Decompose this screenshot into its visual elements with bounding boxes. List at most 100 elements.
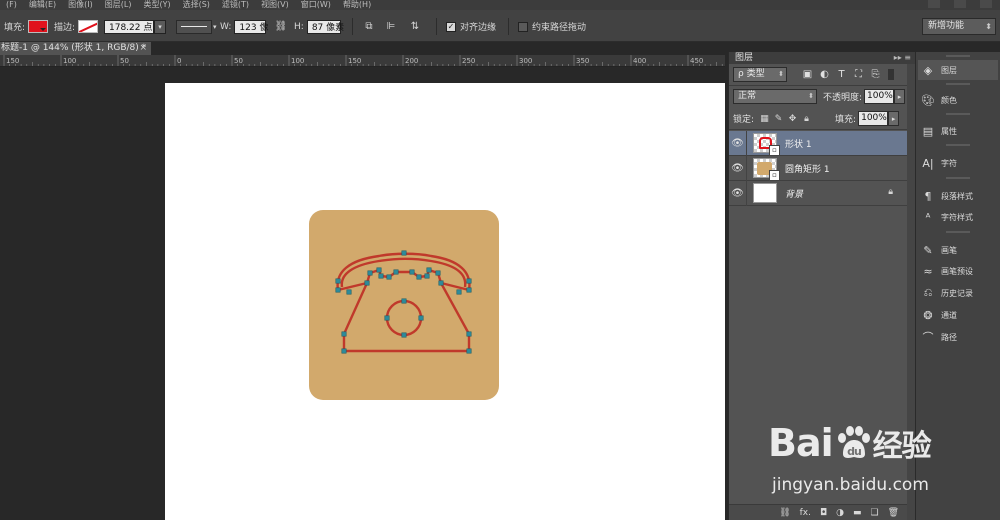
dock-item-history[interactable]: ⎌ 历史记录: [918, 283, 998, 303]
align-edges-checkbox[interactable]: ✓: [446, 21, 456, 32]
dock-item-properties[interactable]: ▤ 属性: [918, 121, 998, 141]
anchor-point[interactable]: [393, 269, 399, 275]
new-layer-icon[interactable]: ❑: [870, 508, 878, 518]
horizontal-ruler[interactable]: 150 100 50 0 50 100 150 200 250 300 350 400 450: [0, 55, 725, 67]
anchor-point[interactable]: [378, 273, 384, 279]
anchor-point[interactable]: [401, 298, 407, 304]
dock-grip[interactable]: [946, 83, 970, 85]
anchor-point[interactable]: [401, 250, 407, 256]
dock-item-brush[interactable]: ✎ 画笔: [918, 240, 998, 260]
tab-close-icon[interactable]: ×: [139, 42, 147, 55]
anchor-point[interactable]: [335, 278, 341, 284]
fill-swatch[interactable]: [28, 20, 49, 33]
anchor-point[interactable]: [367, 270, 373, 276]
anchor-point[interactable]: [466, 348, 472, 354]
menu-image[interactable]: 图像(I): [62, 0, 99, 10]
restore-icon[interactable]: [954, 0, 966, 8]
workspace-select[interactable]: 新增功能: [922, 18, 996, 35]
anchor-point[interactable]: [409, 269, 415, 275]
stroke-type-select[interactable]: [176, 19, 212, 34]
layer-name[interactable]: 形状 1: [785, 137, 812, 150]
dock-item-brush-presets[interactable]: ≈ 画笔预设: [918, 261, 998, 281]
filter-smart-object-icon[interactable]: ⎘: [869, 68, 882, 81]
telephone-shape-path[interactable]: [309, 210, 499, 400]
anchor-point[interactable]: [416, 274, 422, 280]
anchor-point[interactable]: [346, 289, 352, 295]
anchor-point[interactable]: [466, 287, 472, 293]
menu-edit[interactable]: 编辑(E): [23, 0, 62, 10]
blend-mode-select[interactable]: 正常: [733, 89, 817, 104]
close-window-icon[interactable]: [980, 0, 992, 8]
dock-item-paragraph-styles[interactable]: ¶ 段落样式: [918, 186, 998, 206]
anchor-point[interactable]: [341, 348, 347, 354]
trash-icon[interactable]: 🗑︎: [888, 508, 899, 518]
layer-name[interactable]: 圆角矩形 1: [785, 162, 830, 175]
fill-field[interactable]: 100%: [858, 111, 889, 126]
dock-item-character-styles[interactable]: ᴬ 字符样式: [918, 207, 998, 227]
layer-row-shape[interactable]: 👁︎ ▫ 形状 1: [729, 130, 907, 156]
folder-icon[interactable]: ▬: [853, 508, 862, 518]
layer-row-background[interactable]: 👁︎ 背景 🔒︎: [729, 180, 907, 206]
dock-item-channels[interactable]: ❂ 通道: [918, 305, 998, 325]
adjustment-icon[interactable]: ◑: [836, 508, 844, 518]
menu-file[interactable]: (F): [0, 0, 23, 10]
anchor-point[interactable]: [376, 267, 382, 273]
anchor-point[interactable]: [401, 332, 407, 338]
dock-grip[interactable]: [946, 55, 970, 57]
document-canvas[interactable]: [165, 83, 725, 520]
menu-view[interactable]: 视图(V): [255, 0, 295, 10]
visibility-eye-icon[interactable]: 👁︎: [729, 130, 747, 156]
path-arrangement-icon[interactable]: ⇅: [408, 20, 422, 34]
visibility-eye-icon[interactable]: 👁︎: [729, 155, 747, 181]
lock-position-icon[interactable]: ✥: [786, 112, 799, 125]
stroke-width-dropdown[interactable]: ▾: [154, 19, 166, 34]
anchor-point[interactable]: [386, 274, 392, 280]
filter-adjustment-icon[interactable]: ◐: [818, 68, 831, 81]
dock-grip[interactable]: [946, 113, 970, 115]
document-tab[interactable]: 标题-1 @ 144% (形状 1, RGB/8) * ×: [0, 42, 151, 55]
menu-help[interactable]: 帮助(H): [337, 0, 377, 10]
anchor-point[interactable]: [364, 280, 370, 286]
anchor-point[interactable]: [341, 331, 347, 337]
anchor-point[interactable]: [466, 278, 472, 284]
dock-item-color[interactable]: 🎨︎ 颜色: [918, 90, 998, 110]
canvas-area[interactable]: [0, 67, 725, 520]
layer-filter-select[interactable]: ρ 类型: [733, 67, 787, 82]
panel-menu-icon[interactable]: ▸▸ ≡: [894, 52, 911, 64]
filter-toggle-icon[interactable]: [888, 69, 894, 80]
path-operations-icon[interactable]: ⧉: [362, 20, 376, 34]
dock-item-paths[interactable]: ⌒ 路径: [918, 327, 998, 347]
fx-icon[interactable]: fx.: [800, 508, 811, 518]
height-field[interactable]: 87 像素: [306, 19, 344, 34]
path-alignment-icon[interactable]: ⊫: [384, 20, 398, 34]
layer-row-rounded-rect[interactable]: 👁︎ ▫ 圆角矩形 1: [729, 155, 907, 181]
menu-type[interactable]: 类型(Y): [137, 0, 176, 10]
fill-dropdown[interactable]: ▸: [888, 111, 900, 126]
menu-select[interactable]: 选择(S): [177, 0, 216, 10]
menu-window[interactable]: 窗口(W): [295, 0, 337, 10]
anchor-point[interactable]: [426, 267, 432, 273]
anchor-point[interactable]: [438, 280, 444, 286]
link-chain-icon[interactable]: ⛓: [274, 20, 288, 34]
link-icon[interactable]: ⛓: [779, 508, 790, 518]
anchor-point[interactable]: [435, 270, 441, 276]
dock-grip[interactable]: [946, 144, 970, 146]
filter-pixel-icon[interactable]: ▣: [801, 68, 814, 81]
layers-panel-title[interactable]: 图层: [735, 52, 753, 64]
layer-name[interactable]: 背景: [785, 187, 803, 200]
dock-item-layers[interactable]: ◈ 图层: [918, 60, 998, 80]
dock-grip[interactable]: [946, 231, 970, 233]
mask-icon[interactable]: ◘: [820, 508, 827, 518]
lock-transparent-icon[interactable]: ▦: [758, 112, 771, 125]
dock-item-character[interactable]: A| 字符: [918, 153, 998, 173]
anchor-point[interactable]: [466, 331, 472, 337]
menu-filter[interactable]: 滤镜(T): [216, 0, 255, 10]
anchor-point[interactable]: [424, 273, 430, 279]
stroke-type-dropdown-icon[interactable]: ▾: [213, 23, 217, 31]
menu-layer[interactable]: 图层(L): [99, 0, 138, 10]
width-field[interactable]: 123 像: [234, 19, 268, 34]
anchor-point[interactable]: [456, 289, 462, 295]
stroke-swatch[interactable]: [78, 20, 99, 33]
dock-grip[interactable]: [946, 177, 970, 179]
lock-all-icon[interactable]: 🔒︎: [800, 112, 813, 125]
